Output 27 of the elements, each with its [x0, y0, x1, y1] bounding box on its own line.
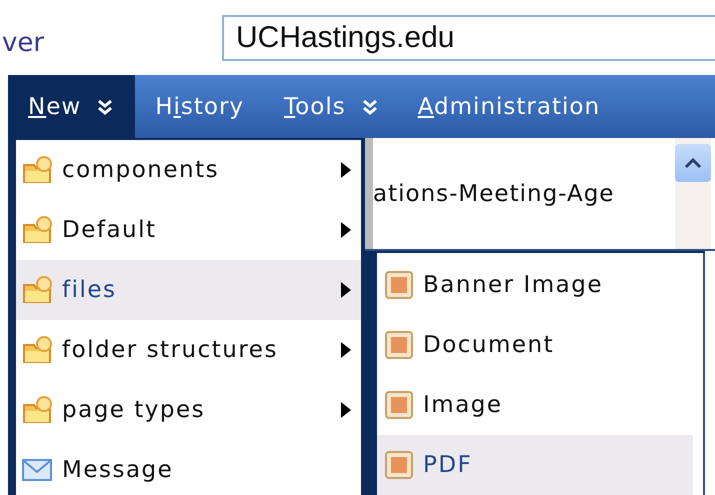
logo-text: ver	[2, 28, 46, 58]
menu-item[interactable]: Default	[16, 200, 361, 260]
submenu-item[interactable]: PDF	[377, 435, 693, 495]
folder-icon	[22, 215, 52, 245]
folder-icon	[22, 275, 52, 305]
file-icon	[385, 451, 413, 479]
menu-item[interactable]: page types	[16, 380, 361, 440]
document-title: ations-Meeting-Age	[373, 180, 616, 206]
menu-item[interactable]: components	[16, 140, 361, 200]
submenu-item[interactable]: Image	[377, 375, 703, 435]
folder-icon	[22, 395, 52, 425]
file-icon	[385, 391, 413, 419]
address-field[interactable]: UCHastings.edu	[222, 14, 715, 60]
nav-menu-item[interactable]: Tools	[264, 75, 398, 138]
folder-icon	[22, 155, 52, 185]
folder-icon	[22, 335, 52, 365]
submenu-item[interactable]: Banner Image	[377, 255, 703, 315]
menu-item[interactable]: folder structures	[16, 320, 361, 380]
file-icon	[385, 331, 413, 359]
scroll-up-button[interactable]	[675, 144, 711, 182]
menu-item[interactable]: Message	[16, 440, 361, 495]
menu-item[interactable]: files	[16, 260, 361, 320]
nav-menu-item[interactable]: Administration	[398, 75, 620, 138]
file-icon	[385, 271, 413, 299]
nav-menu-item[interactable]: New	[8, 75, 136, 138]
submenu-item[interactable]: Document	[377, 315, 703, 375]
nav-menu-item[interactable]: H istory	[135, 75, 264, 138]
